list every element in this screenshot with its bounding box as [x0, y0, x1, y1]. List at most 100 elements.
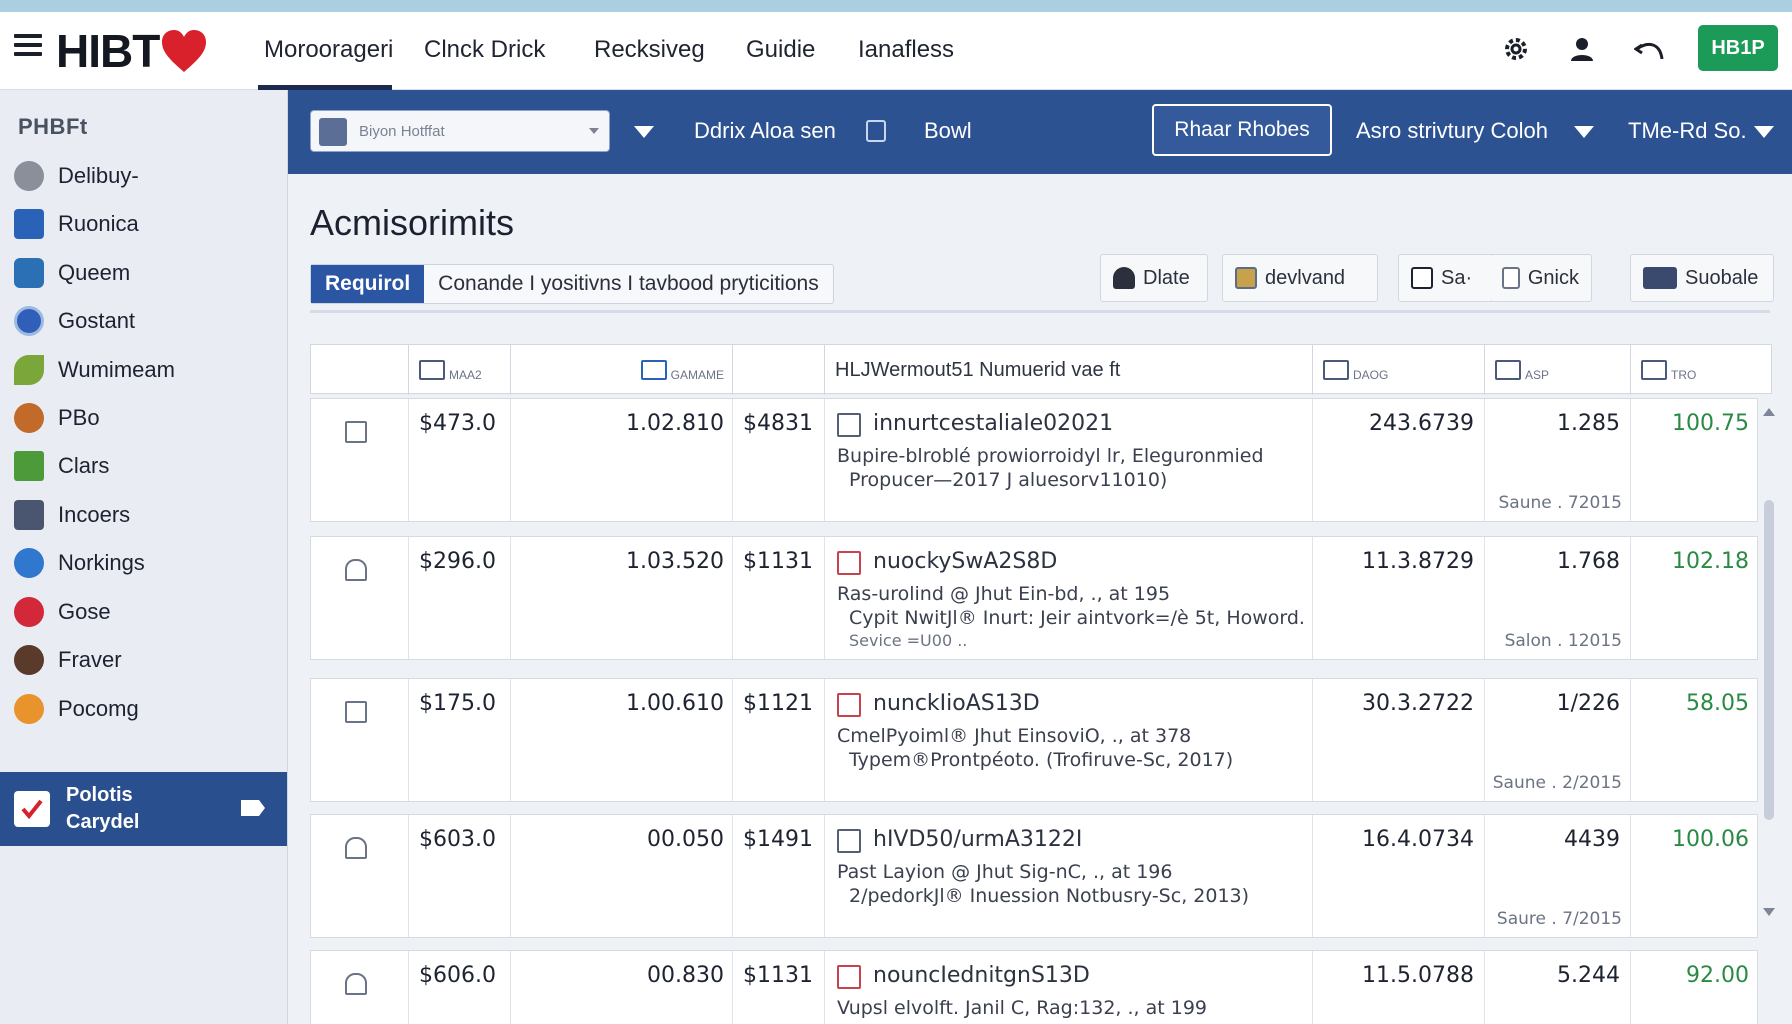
column-header-tro[interactable]: TRO: [1631, 345, 1773, 395]
main-content: Acmisorimits Requirol Conande I yositivn…: [288, 174, 1792, 1024]
brand-logo[interactable]: HIBT: [56, 24, 160, 78]
row-desc-line2: Propucer—2017 J aluesorv11010): [849, 469, 1168, 491]
table-row[interactable]: $606.0 00.830 $1131 nouncIednitgnS13D Vu…: [310, 950, 1758, 1024]
column-header-select[interactable]: [311, 345, 409, 395]
table-row[interactable]: $296.0 1.03.520 $1131 nuockySwA2S8D Ras-…: [310, 536, 1758, 660]
document-icon: [837, 413, 861, 437]
chip-conande[interactable]: Conande I yositivns I tavbood pryticitio…: [424, 265, 833, 303]
table-row[interactable]: $473.0 1.02.810 $4831 innurtcestaliale02…: [310, 398, 1758, 522]
score-cell: 1.768: [1557, 549, 1620, 574]
scroll-thumb[interactable]: [1764, 500, 1774, 820]
sidebar-item-incoers[interactable]: Incoers: [14, 495, 284, 535]
row-title[interactable]: innurtcestaliale02021: [873, 411, 1113, 436]
sidebar-item-norkings[interactable]: Norkings: [14, 543, 284, 583]
table-row[interactable]: $175.0 1.00.610 $1121 nunckIioAS13D Cmel…: [310, 678, 1758, 802]
gear-icon[interactable]: [1497, 30, 1535, 68]
score-cell: 5.244: [1557, 963, 1620, 988]
row-title[interactable]: nouncIednitgnS13D: [873, 963, 1090, 988]
sun-icon: [14, 694, 44, 724]
sidebar-item-label: Wumimeam: [58, 357, 175, 382]
dlate-button[interactable]: Dlate: [1100, 254, 1208, 302]
chevron-down-icon[interactable]: [1754, 126, 1774, 138]
devlvand-button[interactable]: devlvand: [1222, 254, 1378, 302]
gnick-button[interactable]: Gnick: [1490, 254, 1592, 302]
price-cell: $473.0: [419, 411, 496, 436]
sidebar-item-gose[interactable]: Gose: [14, 592, 284, 632]
lock-icon: [345, 837, 367, 859]
undo-icon[interactable]: [1631, 30, 1669, 68]
table-row[interactable]: $603.0 00.050 $1491 hIVD50/urmA3122I Pas…: [310, 814, 1758, 938]
toolbar-link-bowl[interactable]: Bowl: [924, 118, 972, 144]
chevron-down-icon[interactable]: [1574, 126, 1594, 138]
sidebar-item-fraver[interactable]: Fraver: [14, 640, 284, 680]
percent-cell: 100.75: [1672, 411, 1749, 436]
column-header-daog[interactable]: DAOG: [1313, 345, 1485, 395]
toolbar-dropdown-coloh[interactable]: Asro strivtury Coloh: [1356, 118, 1548, 144]
hb1p-button[interactable]: HB1P: [1698, 25, 1778, 71]
top-navigation: HIBT Moroorageri Clnck Drick Recksiveg G…: [0, 12, 1792, 90]
column-header-blank[interactable]: [733, 345, 825, 395]
scroll-up-icon[interactable]: [1763, 408, 1775, 416]
sa-button[interactable]: Sa·: [1398, 254, 1502, 302]
nav-link-guidie[interactable]: Guidie: [746, 36, 815, 64]
dlate-button-label: Dlate: [1143, 266, 1190, 289]
row-desc-line1: Ras-urolind @ Jhut Ein-bd, ., at 195: [837, 583, 1171, 605]
sidebar-item-label: Gostant: [58, 308, 136, 333]
sidebar-heading: PHBFt: [18, 114, 88, 139]
image-icon: [1323, 360, 1349, 380]
mail-icon: [419, 360, 445, 380]
sidebar-item-clars[interactable]: Clars: [14, 446, 284, 486]
chip-requirol[interactable]: Requirol: [311, 265, 425, 303]
person-icon: [14, 645, 44, 675]
scroll-down-icon[interactable]: [1763, 908, 1775, 916]
amount-cell: $1121: [743, 691, 813, 716]
document-icon: [837, 965, 861, 989]
rhaar-rhobes-button[interactable]: Rhaar Rhobes: [1152, 104, 1332, 156]
nav-link-clnck-drick[interactable]: Clnck Drick: [424, 36, 545, 64]
column-header-maa2[interactable]: MAA2: [409, 345, 511, 395]
sidebar-item-ruonica[interactable]: Ruonica: [14, 204, 284, 244]
sidebar-item-polotis-carydel[interactable]: Polotis Carydel: [0, 772, 287, 846]
tag-icon[interactable]: [239, 798, 267, 818]
sidebar-item-delibuy[interactable]: Delibuy-: [14, 156, 284, 196]
row-title[interactable]: hIVD50/urmA3122I: [873, 827, 1082, 852]
row-desc-line2: Cypit NwitJl® Inurt: Jeir aintvork=/è 5t…: [849, 607, 1305, 629]
sa-button-label: Sa·: [1441, 266, 1473, 289]
sidebar-item-gostant[interactable]: Gostant: [14, 301, 284, 341]
sidebar-item-wumimeam[interactable]: Wumimeam: [14, 350, 284, 390]
column-header-gamame[interactable]: GAMAME: [511, 345, 733, 395]
toolbar-link-ddrix[interactable]: Ddrix Aloa sen: [694, 118, 836, 144]
sidebar-item-label: PBo: [58, 405, 100, 430]
sidebar-item-pbo[interactable]: PBo: [14, 398, 284, 438]
nav-link-moroorageri[interactable]: Moroorageri: [264, 36, 393, 64]
calendar-icon: [1502, 267, 1520, 289]
chevron-down-icon[interactable]: [634, 126, 654, 138]
nav-link-recksiveg[interactable]: Recksiveg: [594, 36, 705, 64]
row-title[interactable]: nunckIioAS13D: [873, 691, 1040, 716]
window-top-strip: [0, 0, 1792, 12]
user-icon[interactable]: [1563, 30, 1601, 68]
source-select[interactable]: Biyon Hotffat: [310, 110, 610, 152]
menu-icon[interactable]: [14, 34, 42, 60]
table-scrollbar[interactable]: [1762, 400, 1776, 920]
row-title[interactable]: nuockySwA2S8D: [873, 549, 1057, 574]
column-header-numuerid[interactable]: HLJWermout51 Numuerid vae ft: [825, 345, 1313, 395]
price-cell: $175.0: [419, 691, 496, 716]
sidebar-item-label: Queem: [58, 260, 131, 285]
row-desc-line1: CmelPyoiml® Jhut EinsoviO, ., at 378: [837, 725, 1192, 747]
nav-link-ianafless[interactable]: Ianafless: [858, 36, 954, 64]
suobale-button[interactable]: Suobale: [1630, 254, 1774, 302]
image-icon: [1235, 267, 1257, 289]
value-cell: 11.3.8729: [1362, 549, 1474, 574]
document-icon: [319, 118, 347, 146]
sidebar-item-pocomg[interactable]: Pocomg: [14, 689, 284, 729]
toolbar-dropdown-tme-rd[interactable]: TMe-Rd So.: [1628, 118, 1747, 144]
row-note: Saune . 72015: [1498, 493, 1622, 513]
sidebar-item-queem[interactable]: Queem: [14, 253, 284, 293]
column-header-asp[interactable]: ASP: [1485, 345, 1631, 395]
info-icon[interactable]: [866, 120, 886, 142]
sidebar-item-label: Incoers: [58, 502, 131, 527]
row-desc-line1: Bupire-blroblé prowiorroidyl lr, Eleguro…: [837, 445, 1264, 467]
person-icon: [1113, 267, 1135, 289]
flag-icon: [1411, 267, 1433, 289]
